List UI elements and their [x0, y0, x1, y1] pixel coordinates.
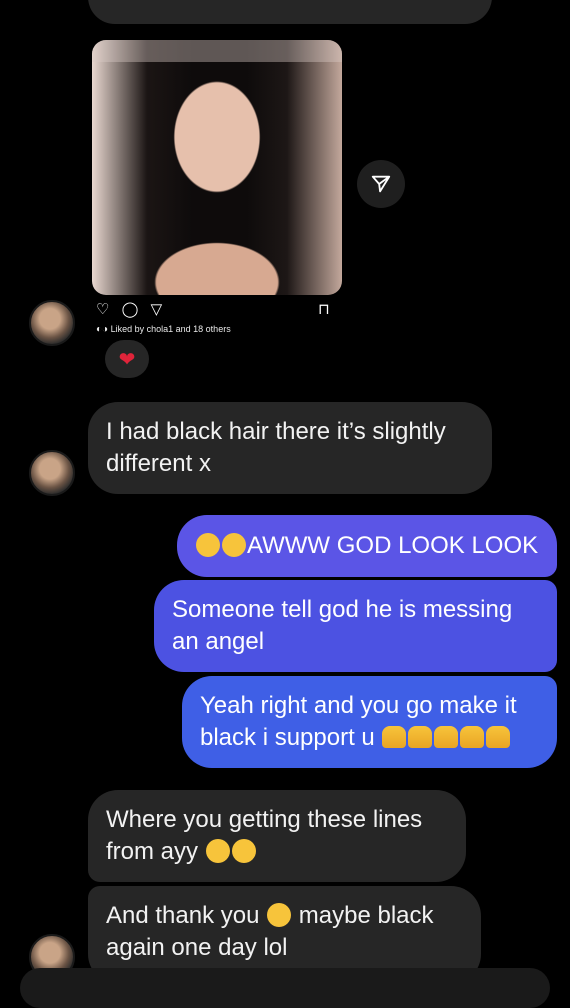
- send-icon: [371, 175, 391, 193]
- message-text: black i support u: [200, 724, 375, 751]
- raising-hands-emoji-icon: [408, 726, 433, 748]
- smiling-hearts-emoji-icon: [231, 839, 256, 863]
- received-message-bubble[interactable]: I had black hair there it’s slightly dif…: [88, 402, 492, 494]
- sent-message-bubble[interactable]: AWWW GOD LOOK LOOK: [177, 515, 557, 577]
- tired-face-emoji-icon: [222, 533, 246, 557]
- comment-icon[interactable]: ◯: [122, 301, 139, 318]
- avatar[interactable]: [29, 450, 75, 496]
- message-text: AWWW GOD LOOK LOOK: [247, 532, 539, 559]
- message-text: I had black hair there it’s slightly: [106, 418, 446, 445]
- squinting-tongue-emoji-icon: [205, 839, 230, 863]
- message-text: an angel: [172, 628, 265, 655]
- raising-hands-emoji-icon: [460, 726, 485, 748]
- post-actions: ♡ ◯ ▽: [96, 300, 162, 318]
- message-text: different x: [106, 450, 211, 477]
- like-icon[interactable]: ♡: [96, 301, 109, 318]
- save-icon[interactable]: ⊓: [318, 300, 330, 318]
- previous-message-bubble[interactable]: [88, 0, 492, 24]
- raising-hands-emoji-icon: [486, 726, 511, 748]
- share-icon[interactable]: ▽: [151, 301, 163, 318]
- message-text: Where you getting these lines: [106, 806, 423, 833]
- received-message-bubble[interactable]: Where you getting these lines from ayy: [88, 790, 466, 882]
- forward-post-button[interactable]: [357, 160, 405, 208]
- liked-by-text: ◐◑ Liked by chola1 and 18 others: [96, 324, 231, 335]
- raising-hands-emoji-icon: [382, 726, 407, 748]
- heart-icon: ❤: [118, 348, 136, 371]
- message-text: maybe black: [298, 902, 434, 929]
- shared-post-image[interactable]: [92, 40, 342, 295]
- tears-of-joy-emoji-icon: [267, 903, 292, 927]
- post-image-top: [92, 40, 342, 62]
- message-text: again one day lol: [106, 934, 288, 961]
- message-text: And thank you: [106, 902, 260, 929]
- message-text: from ayy: [106, 838, 199, 865]
- heart-reaction[interactable]: ❤: [105, 340, 149, 378]
- avatar[interactable]: [29, 300, 75, 346]
- composer-bar[interactable]: [20, 968, 550, 1008]
- message-text: Someone tell god he is messing: [172, 596, 513, 623]
- tired-face-emoji-icon: [196, 533, 220, 557]
- liker-avatars-icon: ◐◑: [96, 324, 109, 335]
- message-text: Yeah right and you go make it: [200, 692, 517, 719]
- raising-hands-emoji-icon: [434, 726, 459, 748]
- sent-message-bubble[interactable]: Yeah right and you go make it black i su…: [182, 676, 557, 768]
- sent-message-bubble[interactable]: Someone tell god he is messing an angel: [154, 580, 557, 672]
